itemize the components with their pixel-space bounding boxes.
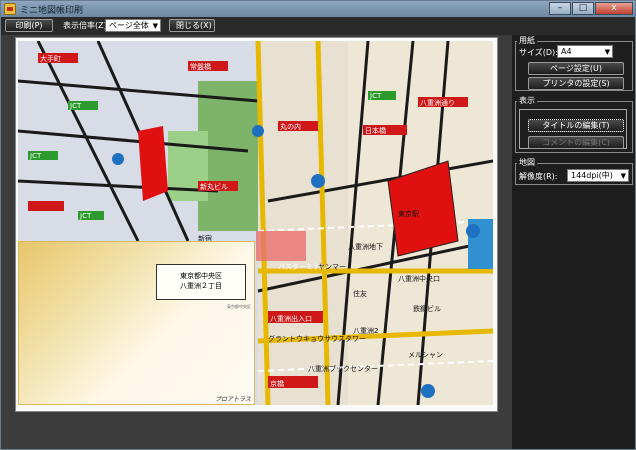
- map-label: JCT: [29, 152, 42, 160]
- cover-logo: プロアトラス: [215, 396, 251, 403]
- map-label: 大手町: [40, 54, 61, 63]
- map-group-title: 地図: [517, 157, 537, 168]
- print-button[interactable]: 印刷(P): [5, 19, 53, 32]
- map-label: 東京駅: [398, 209, 419, 218]
- edit-title-button[interactable]: タイトルの編集(T): [528, 119, 624, 132]
- paper-group-title: 用紙: [517, 35, 537, 46]
- page-setup-button[interactable]: ページ設定(U): [528, 62, 624, 75]
- printer-setup-button[interactable]: プリンタの設定(S): [528, 77, 624, 90]
- map-label: 常盤橋: [190, 62, 211, 71]
- map-label: 八重洲2: [353, 327, 378, 335]
- maximize-button[interactable]: □: [572, 2, 594, 15]
- close-window-button[interactable]: x: [595, 2, 633, 15]
- minimize-button[interactable]: –: [549, 2, 571, 15]
- chevron-down-icon: ▼: [152, 22, 158, 30]
- cover-address-line1: 東京都中央区: [180, 272, 222, 280]
- zoom-label: 表示倍率(Z):: [63, 21, 110, 30]
- zoom-select-value: ページ全体: [109, 21, 149, 30]
- map-label: 日本橋: [365, 126, 386, 135]
- cover-title-card[interactable]: 東京都中央区 八重洲２丁目: [156, 264, 246, 300]
- toolbar: 印刷(P) 表示倍率(Z): ページ全体 ▼ 閉じる(X): [1, 17, 635, 35]
- resolution-label: 解像度(R):: [519, 172, 558, 181]
- map-label: 八重洲出入口: [270, 314, 312, 323]
- cover-small-text: 東京都中央区: [227, 304, 251, 309]
- cover-preview[interactable]: 東京都中央区 八重洲２丁目 東京都中央区 プロアトラス: [18, 241, 255, 405]
- title-bar: ミニ地図帳印刷 – □ x: [1, 1, 635, 17]
- map-label: 八重洲地下: [348, 242, 383, 251]
- map-label: JCT: [79, 212, 92, 220]
- resolution-select[interactable]: 144dpi(中) ▼: [567, 169, 629, 182]
- chevron-down-icon: ▼: [620, 172, 626, 180]
- size-select-value: A4: [561, 47, 572, 56]
- map-label: メルシャン: [408, 351, 443, 359]
- map-label: JCT: [69, 102, 82, 110]
- map-label: 丸の内: [280, 122, 301, 131]
- map-label: 鉄鋼ビル: [413, 304, 441, 313]
- map-label: 八重洲中央口: [398, 274, 440, 283]
- map-label: 住友: [353, 289, 367, 298]
- app-icon: [4, 3, 16, 15]
- app-window: ミニ地図帳印刷 – □ x 印刷(P) 表示倍率(Z): ページ全体 ▼ 閉じる…: [0, 0, 636, 450]
- map-label: 京橋: [270, 379, 284, 388]
- edit-comment-button[interactable]: コメントの編集(C): [528, 136, 624, 149]
- display-group-title: 表示: [517, 95, 537, 106]
- size-select[interactable]: A4 ▼: [557, 45, 613, 58]
- size-label: サイズ(D):: [519, 48, 558, 57]
- window-title: ミニ地図帳印刷: [20, 5, 84, 16]
- zoom-select[interactable]: ページ全体 ▼: [105, 19, 161, 32]
- resolution-select-value: 144dpi(中): [571, 171, 613, 180]
- chevron-down-icon: ▼: [604, 48, 610, 56]
- map-label: 八重洲ブックセンター: [308, 364, 378, 373]
- map-label: グラントウキョウサウスタワー: [268, 334, 366, 343]
- close-button[interactable]: 閉じる(X): [169, 19, 215, 32]
- map-label: 八重洲通り: [420, 98, 455, 107]
- map-label: 新丸ビル: [200, 182, 228, 191]
- window-controls: – □ x: [549, 2, 633, 15]
- cover-address-line2: 八重洲２丁目: [180, 282, 222, 290]
- map-label: JCT: [369, 92, 382, 100]
- map-label: ヤンマー: [318, 263, 346, 271]
